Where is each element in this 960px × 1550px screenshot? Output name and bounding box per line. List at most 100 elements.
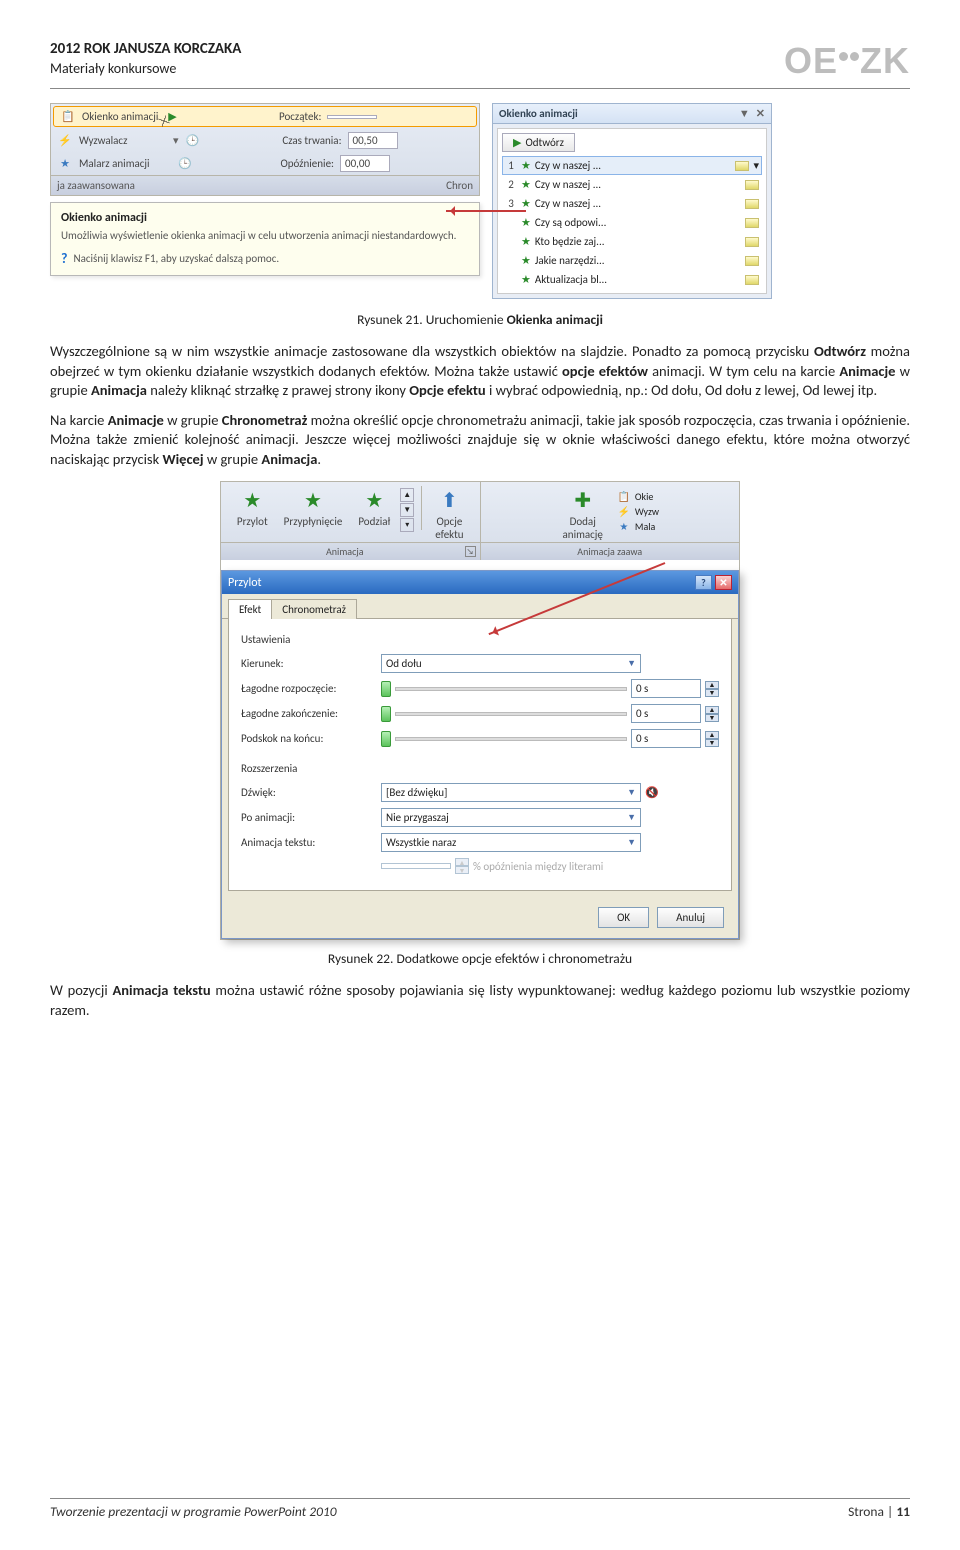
entrance-icon: ★	[521, 216, 531, 229]
painter-button[interactable]: Malarz animacji	[79, 157, 171, 170]
paragraph-3: W pozycji Animacja tekstu można ustawić …	[50, 981, 910, 1020]
chevron-down-icon: ▾	[173, 134, 179, 147]
star-green-icon: ★	[304, 488, 322, 513]
extensions-heading: Rozszerzenia	[241, 762, 719, 775]
spinner[interactable]: ▲▼	[705, 681, 719, 697]
star-icon: ★	[57, 157, 73, 170]
chevron-down-icon: ▼	[627, 812, 636, 823]
chevron-down-icon: ▼	[627, 787, 636, 798]
anim-list-item[interactable]: ★ Kto będzie zaj...	[502, 232, 762, 251]
timing-bar	[745, 256, 759, 266]
star-green-icon: ★	[243, 488, 261, 513]
group-timing-label: Chron	[446, 179, 473, 192]
ok-button[interactable]: OK	[598, 907, 649, 928]
tooltip-help-text: Naciśnij klawisz F1, aby uzyskać dalszą …	[74, 252, 280, 265]
duration-input[interactable]: 00,50	[348, 132, 398, 149]
figure-2-caption: Rysunek 22. Dodatkowe opcje efektów i ch…	[50, 950, 910, 967]
entrance-icon: ★	[521, 235, 531, 248]
page-footer: Tworzenie prezentacji w programie PowerP…	[50, 1491, 910, 1520]
arrow-annotation	[446, 210, 526, 212]
slider[interactable]	[381, 681, 391, 697]
help-button[interactable]: ?	[695, 575, 712, 590]
duration-label: Czas trwania:	[207, 134, 342, 147]
after-anim-label: Po animacji:	[241, 811, 371, 824]
star-green-icon: ★	[365, 488, 383, 513]
smooth-end-input[interactable]: 0 s	[631, 704, 701, 723]
entrance-icon: ★	[521, 197, 531, 210]
play-icon: ▶	[513, 136, 521, 149]
effect-przylot[interactable]: ★ Przylot	[231, 486, 274, 538]
letter-delay-input	[381, 863, 451, 869]
sound-label: Dźwięk:	[241, 786, 371, 799]
bounce-end-input[interactable]: 0 s	[631, 729, 701, 748]
smooth-start-label: Łagodne rozpoczęcie:	[241, 682, 371, 695]
dialog-title: Przylot	[228, 576, 262, 590]
anim-list-item[interactable]: 3 ★ Czy w naszej ...	[502, 194, 762, 213]
bolt-icon: ⚡	[57, 134, 73, 147]
super-tooltip: Okienko animacji Umożliwia wyświetlenie …	[50, 202, 480, 276]
chevron-down-icon[interactable]: ▾	[753, 159, 759, 172]
tooltip-body: Umożliwia wyświetlenie okienka animacji …	[61, 229, 469, 242]
cancel-button[interactable]: Anuluj	[657, 907, 724, 928]
tab-efekt[interactable]: Efekt	[228, 599, 272, 619]
document-header: 2012 ROK JANUSZA KORCZAKA Materiały konk…	[50, 40, 241, 78]
doc-title: 2012 ROK JANUSZA KORCZAKA	[50, 40, 241, 60]
close-icon[interactable]: ✕	[756, 107, 765, 120]
smooth-start-input[interactable]: 0 s	[631, 679, 701, 698]
slider[interactable]	[381, 706, 391, 722]
trigger-shortcut[interactable]: ⚡Wyzw	[617, 505, 659, 518]
gallery-scroll[interactable]: ▲ ▼ ▾	[400, 488, 414, 536]
timing-bar	[745, 237, 759, 247]
after-anim-combo[interactable]: Nie przygaszaj ▼	[381, 808, 641, 827]
paragraph-2: Na karcie Animacje w grupie Chronometraż…	[50, 411, 910, 470]
logo: OEZK	[784, 40, 910, 82]
trigger-button[interactable]: Wyzwalacz	[79, 134, 171, 147]
tab-chronometraz[interactable]: Chronometraż	[271, 599, 357, 619]
start-input[interactable]	[327, 115, 377, 119]
effect-przyplyniecie[interactable]: ★ Przypłynięcie	[278, 486, 349, 538]
timing-bar	[745, 275, 759, 285]
paragraph-1: Wyszczególnione są w nim wszystkie anima…	[50, 342, 910, 401]
entrance-icon: ★	[521, 254, 531, 267]
arrow-up-icon: ⬆	[441, 488, 458, 513]
delay-label: Opóźnienie:	[199, 157, 334, 170]
tooltip-title: Okienko animacji	[61, 211, 469, 225]
anim-list-item[interactable]: ★ Aktualizacja bl...	[502, 270, 762, 289]
spinner[interactable]: ▲▼	[705, 706, 719, 722]
entrance-icon: ★	[521, 159, 531, 172]
spinner-disabled: ▲▼	[455, 858, 469, 874]
slider[interactable]	[381, 731, 391, 747]
anim-list-item[interactable]: 1 ★ Czy w naszej ... ▾	[502, 156, 762, 175]
pane-icon: 📋	[60, 110, 76, 123]
direction-label: Kierunek:	[241, 657, 371, 670]
dialog-launcher-icon[interactable]: ↘	[465, 546, 476, 557]
smooth-end-label: Łagodne zakończenie:	[241, 707, 371, 720]
sound-combo[interactable]: [Bez dźwięku] ▼	[381, 783, 641, 802]
close-button[interactable]: ✕	[715, 575, 732, 590]
anim-text-combo[interactable]: Wszystkie naraz ▼	[381, 833, 641, 852]
anim-list-item[interactable]: ★ Jakie narzędzi...	[502, 251, 762, 270]
chevron-down-icon: ▼	[627, 837, 636, 848]
painter-shortcut[interactable]: ★Mala	[617, 520, 659, 533]
play-button[interactable]: ▶ Odtwórz	[502, 133, 575, 152]
anim-pane-shortcut[interactable]: 📋Okie	[617, 490, 659, 503]
add-animation-button[interactable]: ✚ Dodaj animację	[557, 486, 609, 538]
anim-list-item[interactable]: ★ Czy są odpowi...	[502, 213, 762, 232]
footer-left: Tworzenie prezentacji w programie PowerP…	[50, 1503, 337, 1520]
timing-bar	[745, 218, 759, 228]
footer-page: Strona | 11	[848, 1503, 910, 1520]
direction-combo[interactable]: Od dołu ▼	[381, 654, 641, 673]
chevron-down-icon[interactable]: ▼	[739, 107, 750, 120]
effect-options-button[interactable]: ⬆ Opcje efektu	[429, 486, 469, 538]
chevron-down-icon: ▼	[627, 658, 636, 669]
plus-icon: ✚	[574, 488, 591, 513]
delay-input[interactable]: 00,00	[340, 155, 390, 172]
anim-list-item[interactable]: 2 ★ Czy w naszej ...	[502, 175, 762, 194]
clock-icon: 🕒	[185, 134, 201, 147]
spinner[interactable]: ▲▼	[705, 731, 719, 747]
effect-podzial[interactable]: ★ Podział	[352, 486, 396, 538]
anim-pane-button[interactable]: Okienko animacji	[82, 110, 158, 123]
play-label: Odtwórz	[525, 136, 564, 149]
figure-1: 📋 Okienko animacji ▶ Początek: ⚡ Wyzwala…	[50, 103, 910, 299]
start-label: Początek:	[186, 110, 321, 123]
